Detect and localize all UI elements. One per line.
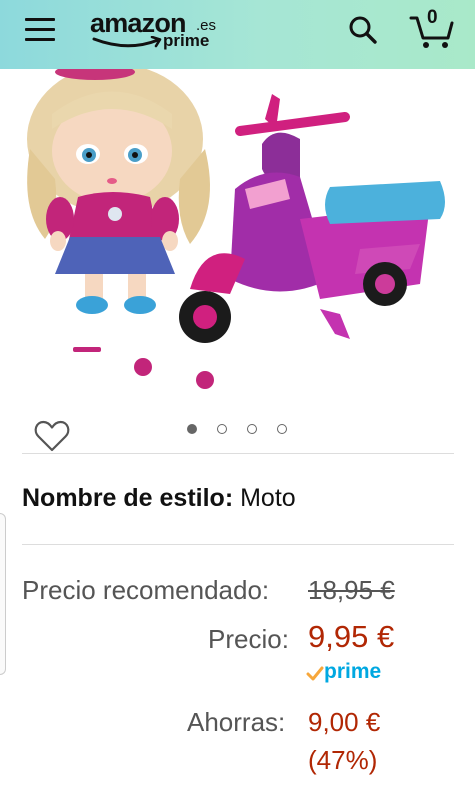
- carousel-dot-4[interactable]: [277, 424, 287, 434]
- list-price-value: 18,95 €: [308, 575, 395, 605]
- cart-icon[interactable]: 0: [408, 7, 456, 50]
- search-icon[interactable]: [347, 14, 379, 46]
- hamburger-menu-icon[interactable]: [25, 16, 57, 44]
- product-image[interactable]: [0, 64, 475, 452]
- savings-percent: (47%): [308, 745, 378, 775]
- cart-count-badge: 0: [427, 7, 438, 28]
- divider: [22, 544, 454, 545]
- prime-label: prime: [324, 660, 382, 683]
- list-price-label: Precio recomendado:: [22, 575, 270, 605]
- doll-with-scooter-image: [27, 64, 445, 389]
- carousel-dot-1[interactable]: [187, 424, 197, 434]
- savings-label: Ahorras:: [187, 707, 286, 737]
- style-name-row[interactable]: Nombre de estilo: Moto: [22, 484, 296, 513]
- side-drawer-handle[interactable]: [0, 513, 6, 675]
- smile-arrow-icon: [92, 36, 162, 48]
- savings-amount: 9,00 €: [308, 707, 381, 737]
- image-carousel-indicator: [0, 424, 475, 440]
- price-value: 9,95 €: [308, 619, 395, 654]
- price-label: Precio:: [208, 624, 289, 654]
- top-nav-bar: amazon .es prime 0: [0, 0, 475, 69]
- carousel-dot-3[interactable]: [247, 424, 257, 434]
- amazon-prime-logo[interactable]: amazon .es prime: [90, 8, 230, 56]
- carousel-dot-2[interactable]: [217, 424, 227, 434]
- logo-prime-text: prime: [163, 31, 210, 50]
- style-name-value: Moto: [240, 484, 296, 512]
- divider: [22, 453, 454, 454]
- style-name-label: Nombre de estilo:: [22, 484, 234, 512]
- prime-check-icon: [306, 666, 324, 681]
